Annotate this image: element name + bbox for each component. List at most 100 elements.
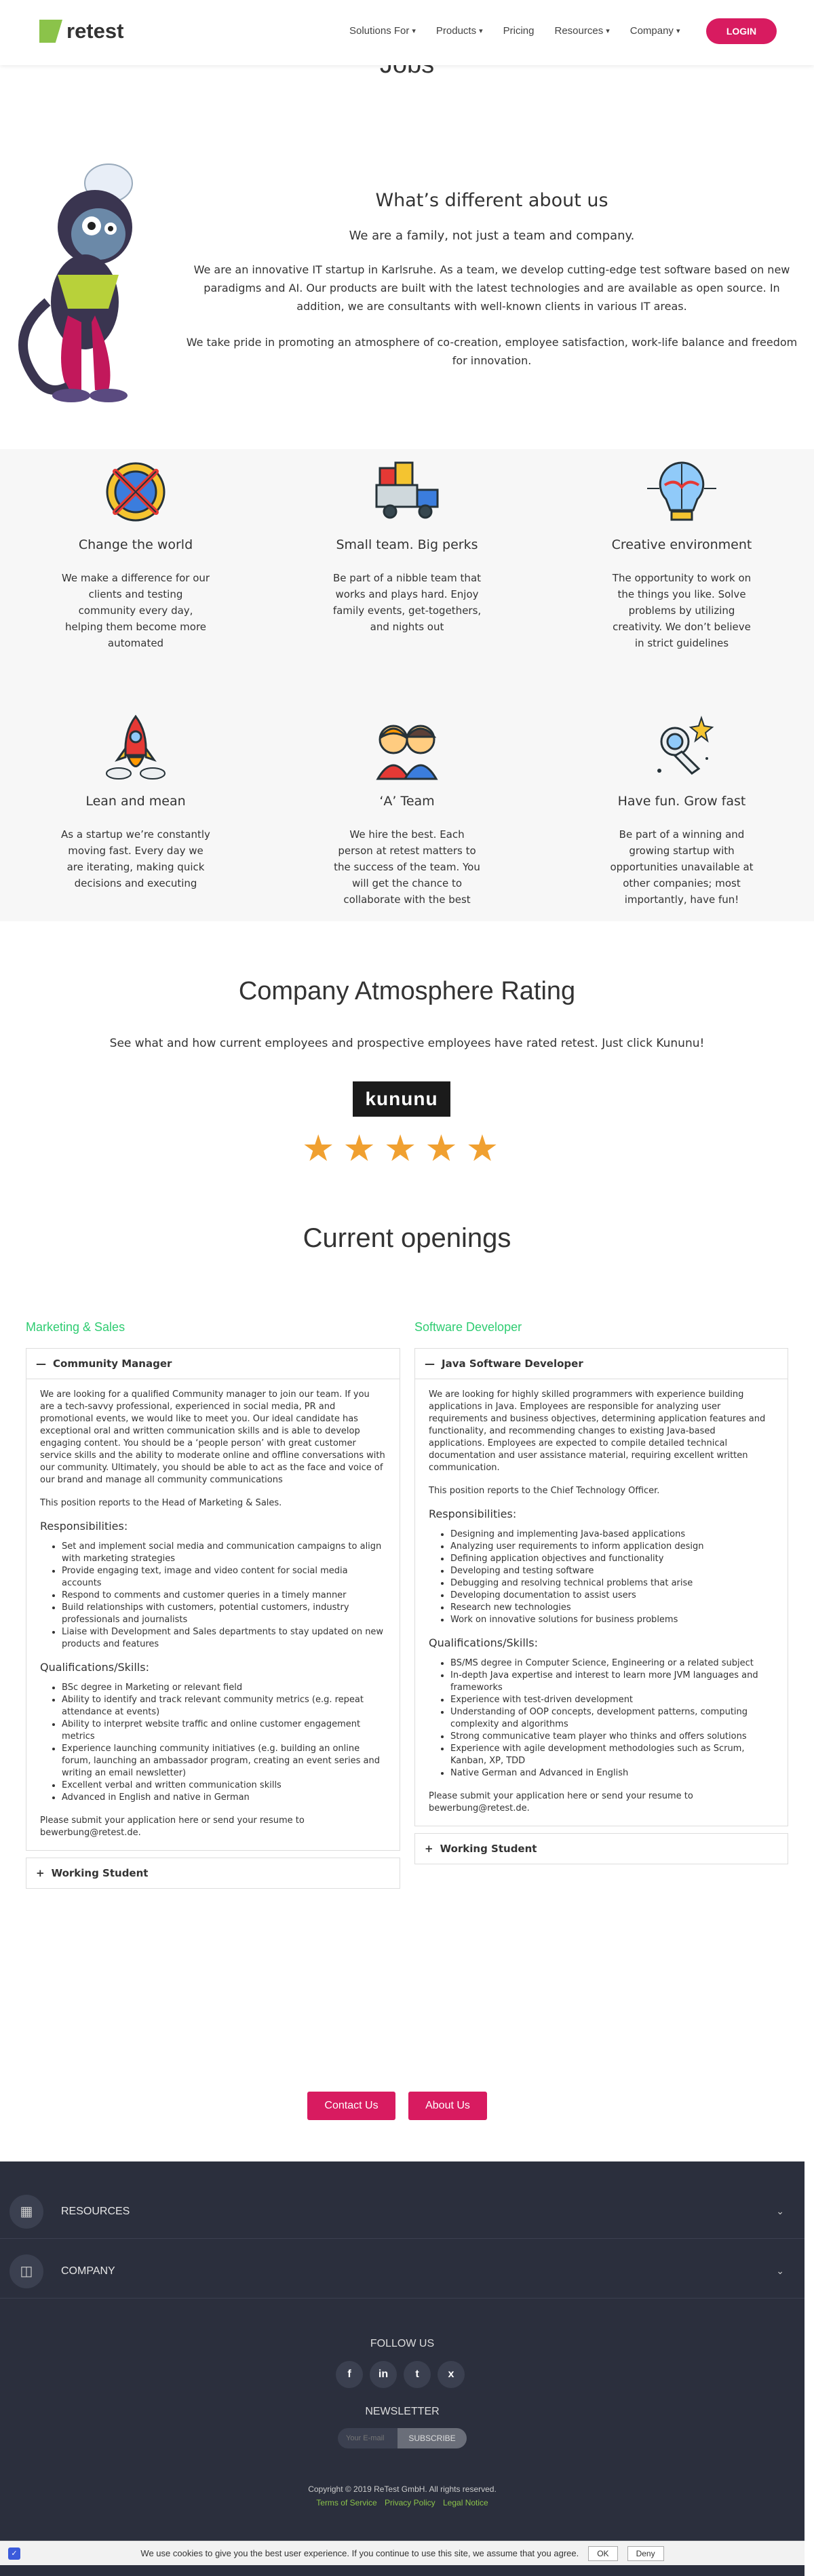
truck-icon	[375, 461, 439, 519]
email-field[interactable]	[338, 2428, 398, 2448]
job-accordion-header[interactable]: + Working Student	[26, 1858, 400, 1888]
job-apply-text[interactable]: Please submit your application here or s…	[429, 1790, 774, 1815]
main-nav: Solutions For ▾ Products ▾ Pricing Resourc…	[349, 25, 700, 37]
list-item: Advanced in English and native in German	[62, 1792, 386, 1804]
follow-us-label: FOLLOW US	[370, 2338, 435, 2349]
newsletter-form: SUBSCRIBE	[338, 2428, 467, 2448]
nav-label: Resources	[554, 25, 604, 37]
star-icon: ★	[425, 1128, 458, 1169]
cookie-check-icon[interactable]: ✓	[8, 2547, 20, 2560]
kununu-badge[interactable]: kununu	[353, 1081, 450, 1117]
about-paragraph-2: We take pride in promoting an atmosphere…	[186, 336, 798, 367]
cookie-ok-button[interactable]: OK	[588, 2545, 618, 2561]
qualifications-list: BSc degree in Marketing or relevant fiel…	[40, 1682, 386, 1804]
responsibilities-list: Set and implement social media and commu…	[40, 1541, 386, 1651]
job-community-manager: — Community Manager We are looking for a…	[26, 1348, 400, 1851]
chevron-down-icon: ⌄	[776, 2265, 784, 2276]
tools-icon	[106, 462, 166, 522]
feature-creative-env: Creative environment The opportunity to …	[583, 455, 780, 651]
legal-notice-link[interactable]: Legal Notice	[443, 2498, 488, 2507]
monkey-mascot-icon	[18, 164, 133, 402]
twitter-icon[interactable]: t	[404, 2361, 431, 2388]
feature-text: Be part of a winning and growing startup…	[610, 828, 754, 906]
list-item: Developing and testing software	[450, 1565, 774, 1577]
logo[interactable]: retest	[39, 19, 123, 43]
job-reports: This position reports to the Chief Techn…	[429, 1486, 660, 1496]
footer-company-row[interactable]: ◫ COMPANY ⌄	[0, 2244, 805, 2299]
star-icon: ★	[383, 1128, 417, 1169]
cookie-text: We use cookies to give you the best user…	[140, 2548, 579, 2558]
chevron-down-icon: ▾	[412, 27, 416, 35]
social-links: f in t x	[336, 2361, 465, 2388]
calendar-icon: ▦	[9, 2194, 43, 2229]
feature-text: Be part of a nibble team that works and …	[332, 572, 482, 633]
about-subtitle: We are a family, not just a team and com…	[349, 229, 635, 243]
job-accordion-header[interactable]: — Java Software Developer	[415, 1349, 788, 1379]
job-title: Community Manager	[53, 1358, 172, 1370]
features-section: Change the world We make a difference fo…	[0, 449, 814, 921]
list-item: Set and implement social media and commu…	[62, 1541, 386, 1565]
expand-icon: +	[36, 1867, 45, 1879]
qualifications-list: BS/MS degree in Computer Science, Engine…	[429, 1657, 774, 1780]
chevron-down-icon: ▾	[479, 27, 483, 35]
list-item: BSc degree in Marketing or relevant fiel…	[62, 1682, 386, 1694]
developer-column: Software Developer — Java Software Devel…	[414, 1320, 788, 1864]
rating-stars: ★ ★ ★ ★ ★	[302, 1128, 499, 1169]
footer-links: Terms of Service Privacy Policy Legal No…	[0, 2498, 805, 2507]
list-item: Provide engaging text, image and video c…	[62, 1565, 386, 1590]
qualifications-label: Qualifications/Skills:	[429, 1636, 538, 1649]
job-apply-text[interactable]: Please submit your application here or s…	[40, 1815, 386, 1839]
linkedin-icon[interactable]: in	[370, 2361, 397, 2388]
nav-products[interactable]: Products ▾	[436, 25, 483, 37]
feature-text: We make a difference for our clients and…	[61, 572, 210, 649]
footer-resources-row[interactable]: ▦ RESOURCES ⌄	[0, 2185, 805, 2239]
list-item: Developing documentation to assist users	[450, 1590, 774, 1602]
about-us-button[interactable]: About Us	[408, 2092, 487, 2120]
feature-change-world: Change the world We make a difference fo…	[37, 455, 234, 651]
category-title: Software Developer	[414, 1320, 522, 1334]
responsibilities-list: Designing and implementing Java-based ap…	[429, 1529, 774, 1626]
contact-us-button[interactable]: Contact Us	[307, 2092, 395, 2120]
astronaut-icon	[657, 715, 714, 775]
xing-icon[interactable]: x	[438, 2361, 465, 2388]
star-icon: ★	[465, 1128, 499, 1169]
marketing-column: Marketing & Sales — Community Manager We…	[26, 1320, 400, 1889]
logo-text: retest	[66, 19, 124, 43]
chevron-down-icon: ⌄	[776, 2206, 784, 2216]
star-icon: ★	[343, 1128, 376, 1169]
org-chart-icon: ◫	[9, 2254, 43, 2288]
feature-title: Change the world	[78, 537, 193, 552]
openings-title: Current openings	[303, 1223, 511, 1253]
job-working-student-marketing: + Working Student	[26, 1858, 400, 1889]
collapse-icon: —	[36, 1358, 46, 1370]
terms-link[interactable]: Terms of Service	[316, 2498, 376, 2507]
facebook-icon[interactable]: f	[336, 2361, 363, 2388]
job-accordion-header[interactable]: — Community Manager	[26, 1349, 400, 1379]
site-footer: ▦ RESOURCES ⌄ ◫ COMPANY ⌄ FOLLOW US f in…	[0, 2161, 805, 2576]
rating-title: Company Atmosphere Rating	[238, 977, 576, 1005]
feature-title: Small team. Big perks	[336, 537, 478, 552]
subscribe-button[interactable]: SUBSCRIBE	[398, 2428, 467, 2448]
feature-a-team: ‘A’ Team We hire the best. Each person a…	[309, 711, 505, 908]
responsibilities-label: Responsibilities:	[429, 1507, 517, 1520]
lightbulb-icon	[647, 461, 716, 521]
nav-solutions[interactable]: Solutions For ▾	[349, 25, 416, 37]
nav-pricing[interactable]: Pricing	[503, 25, 535, 37]
list-item: Understanding of OOP concepts, developme…	[450, 1706, 774, 1731]
privacy-link[interactable]: Privacy Policy	[385, 2498, 435, 2507]
cookie-deny-button[interactable]: Deny	[627, 2545, 664, 2561]
job-working-student-developer: + Working Student	[414, 1833, 788, 1864]
collapse-icon: —	[425, 1358, 435, 1370]
nav-resources[interactable]: Resources ▾	[555, 25, 610, 37]
about-section: What’s different about us We are a famil…	[183, 190, 800, 387]
feature-title: Have fun. Grow fast	[617, 794, 746, 809]
nav-label: Pricing	[503, 25, 535, 37]
chevron-down-icon: ▾	[676, 27, 680, 35]
nav-company[interactable]: Company ▾	[630, 25, 680, 37]
category-title: Marketing & Sales	[26, 1320, 125, 1334]
list-item: In-depth Java expertise and interest to …	[450, 1670, 774, 1694]
job-accordion-header[interactable]: + Working Student	[415, 1834, 788, 1864]
list-item: Debugging and resolving technical proble…	[450, 1577, 774, 1590]
rating-text: See what and how current employees and p…	[109, 1037, 705, 1050]
login-button[interactable]: LOGIN	[706, 18, 777, 44]
